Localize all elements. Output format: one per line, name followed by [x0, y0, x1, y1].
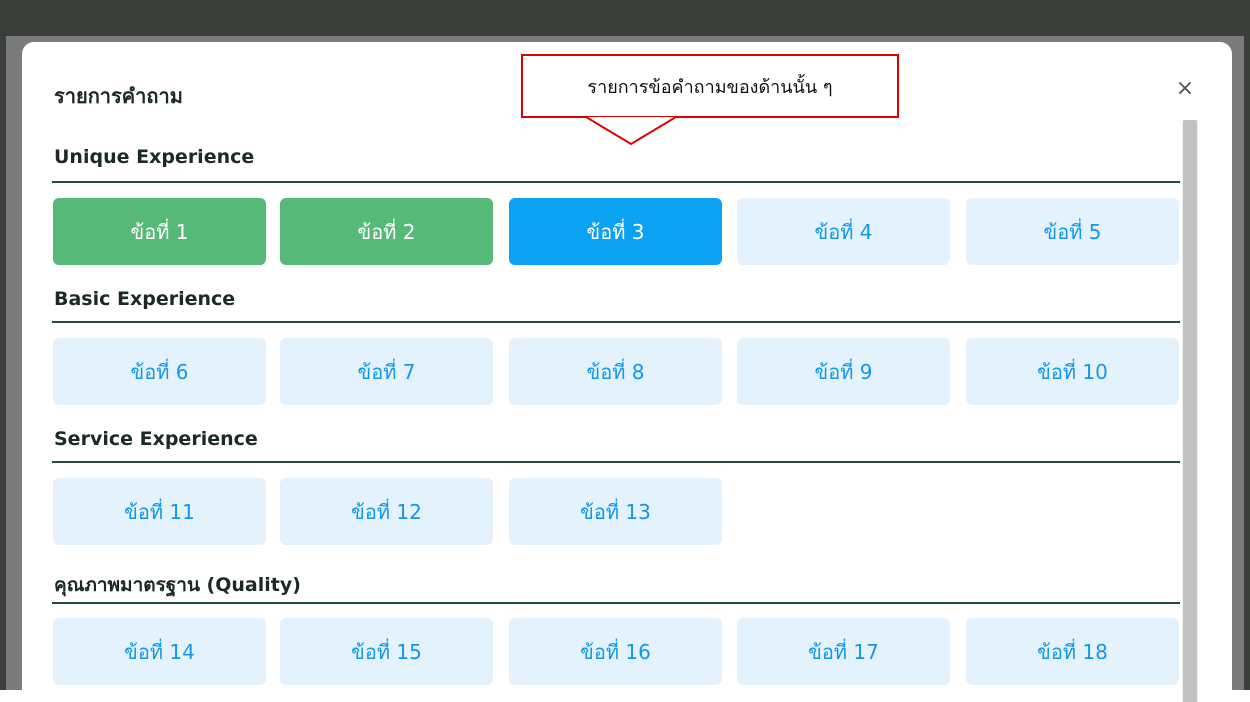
annotation-callout-text: รายการข้อคำถามของด้านนั้น ๆ: [587, 76, 833, 98]
top-bar: [0, 0, 1250, 36]
question-button[interactable]: ข้อที่ 11: [53, 478, 266, 545]
question-button-label: ข้อที่ 17: [808, 639, 879, 664]
question-button[interactable]: ข้อที่ 7: [280, 338, 493, 405]
section-title: Unique Experience: [54, 146, 255, 168]
modal-title: รายการคำถาม: [54, 84, 183, 108]
question-button-label: ข้อที่ 11: [124, 499, 195, 524]
section-divider: [52, 321, 1180, 323]
question-button[interactable]: ข้อที่ 2: [280, 198, 493, 265]
question-button[interactable]: ข้อที่ 10: [966, 338, 1179, 405]
question-button[interactable]: ข้อที่ 14: [53, 618, 266, 685]
question-button-label: ข้อที่ 2: [357, 219, 416, 244]
section-divider: [52, 181, 1180, 183]
question-button-label: ข้อที่ 9: [814, 359, 873, 384]
question-button-label: ข้อที่ 5: [1043, 219, 1102, 244]
question-button[interactable]: ข้อที่ 15: [280, 618, 493, 685]
question-button-label: ข้อที่ 18: [1037, 639, 1108, 664]
question-button-label: ข้อที่ 3: [586, 219, 645, 244]
section-title: Service Experience: [54, 428, 258, 450]
question-button[interactable]: ข้อที่ 13: [509, 478, 722, 545]
close-icon[interactable]: ×: [1172, 76, 1198, 102]
left-edge: [0, 36, 6, 690]
section-divider: [52, 602, 1180, 604]
question-button-label: ข้อที่ 7: [357, 359, 416, 384]
question-button-label: ข้อที่ 15: [351, 639, 422, 664]
question-button[interactable]: ข้อที่ 9: [737, 338, 950, 405]
question-button-label: ข้อที่ 16: [580, 639, 651, 664]
question-button-label: ข้อที่ 1: [130, 219, 189, 244]
question-button-label: ข้อที่ 14: [124, 639, 195, 664]
section-divider: [52, 461, 1180, 463]
question-button[interactable]: ข้อที่ 3: [509, 198, 722, 265]
question-button[interactable]: ข้อที่ 4: [737, 198, 950, 265]
annotation-callout: รายการข้อคำถามของด้านนั้น ๆ: [521, 54, 899, 118]
right-edge: [1244, 36, 1250, 690]
section-title: คุณภาพมาตรฐาน (Quality): [54, 574, 301, 596]
question-button[interactable]: ข้อที่ 17: [737, 618, 950, 685]
question-button[interactable]: ข้อที่ 8: [509, 338, 722, 405]
question-button-label: ข้อที่ 8: [586, 359, 645, 384]
question-button-label: ข้อที่ 10: [1037, 359, 1108, 384]
callout-pointer: [586, 117, 676, 146]
question-button[interactable]: ข้อที่ 6: [53, 338, 266, 405]
question-button[interactable]: ข้อที่ 1: [53, 198, 266, 265]
question-button-label: ข้อที่ 6: [130, 359, 189, 384]
question-button-label: ข้อที่ 4: [814, 219, 873, 244]
section-title: Basic Experience: [54, 288, 236, 310]
question-button[interactable]: ข้อที่ 12: [280, 478, 493, 545]
question-button[interactable]: ข้อที่ 16: [509, 618, 722, 685]
question-button-label: ข้อที่ 13: [580, 499, 651, 524]
question-button-label: ข้อที่ 12: [351, 499, 422, 524]
scrollbar-thumb[interactable]: [1183, 120, 1197, 702]
question-button[interactable]: ข้อที่ 18: [966, 618, 1179, 685]
question-button[interactable]: ข้อที่ 5: [966, 198, 1179, 265]
